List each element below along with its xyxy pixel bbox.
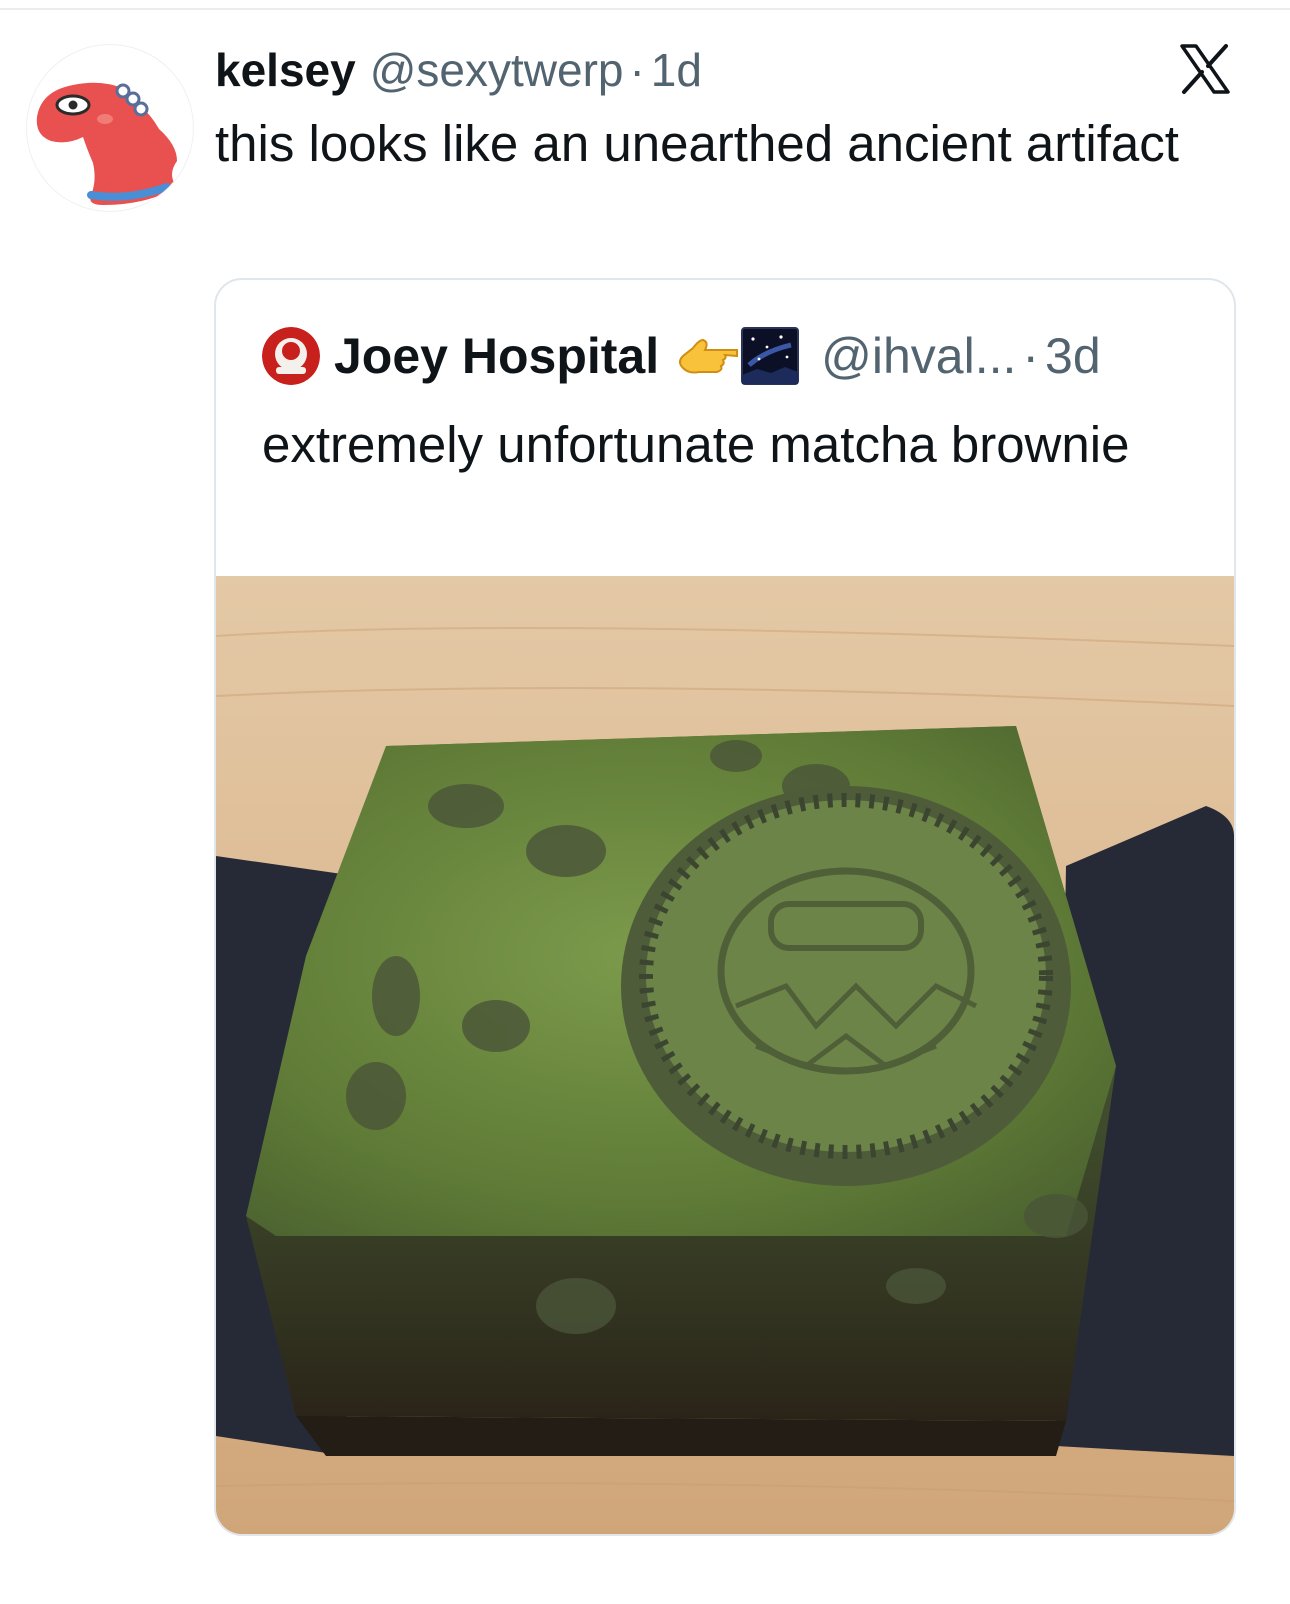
backhand-index-pointing-left-icon (679, 338, 739, 374)
quoted-timestamp[interactable]: 3d (1045, 327, 1101, 385)
tweet-text: this looks like an unearthed ancient art… (215, 115, 1179, 172)
separator-dot: · (1022, 328, 1040, 384)
quoted-tweet[interactable]: Joey Hospital @ihval... · 3d extremely u… (214, 278, 1236, 1536)
tweet-header: kelsey @sexytwerp · 1d (215, 40, 702, 100)
timestamp[interactable]: 1d (651, 43, 702, 97)
top-divider (0, 8, 1290, 10)
quoted-tweet-header: Joey Hospital @ihval... · 3d (262, 324, 1101, 388)
quoted-author-handle[interactable]: @ihval... (821, 327, 1016, 385)
quoted-tweet-text: extremely unfortunate matcha brownie (262, 416, 1130, 473)
author-name[interactable]: kelsey (215, 43, 356, 97)
avatar[interactable] (26, 44, 194, 212)
author-handle[interactable]: @sexytwerp (370, 43, 624, 97)
x-logo-icon[interactable] (1180, 44, 1230, 94)
night-sky-badge-icon (741, 327, 800, 385)
brownie-photo[interactable] (216, 576, 1234, 1534)
separator-dot: · (629, 44, 645, 96)
red-creature-avatar-icon (36, 82, 178, 205)
matcha-brownie-image (216, 576, 1234, 1534)
quoted-author-name[interactable]: Joey Hospital (334, 327, 659, 385)
quoted-author-avatar[interactable] (262, 327, 320, 385)
